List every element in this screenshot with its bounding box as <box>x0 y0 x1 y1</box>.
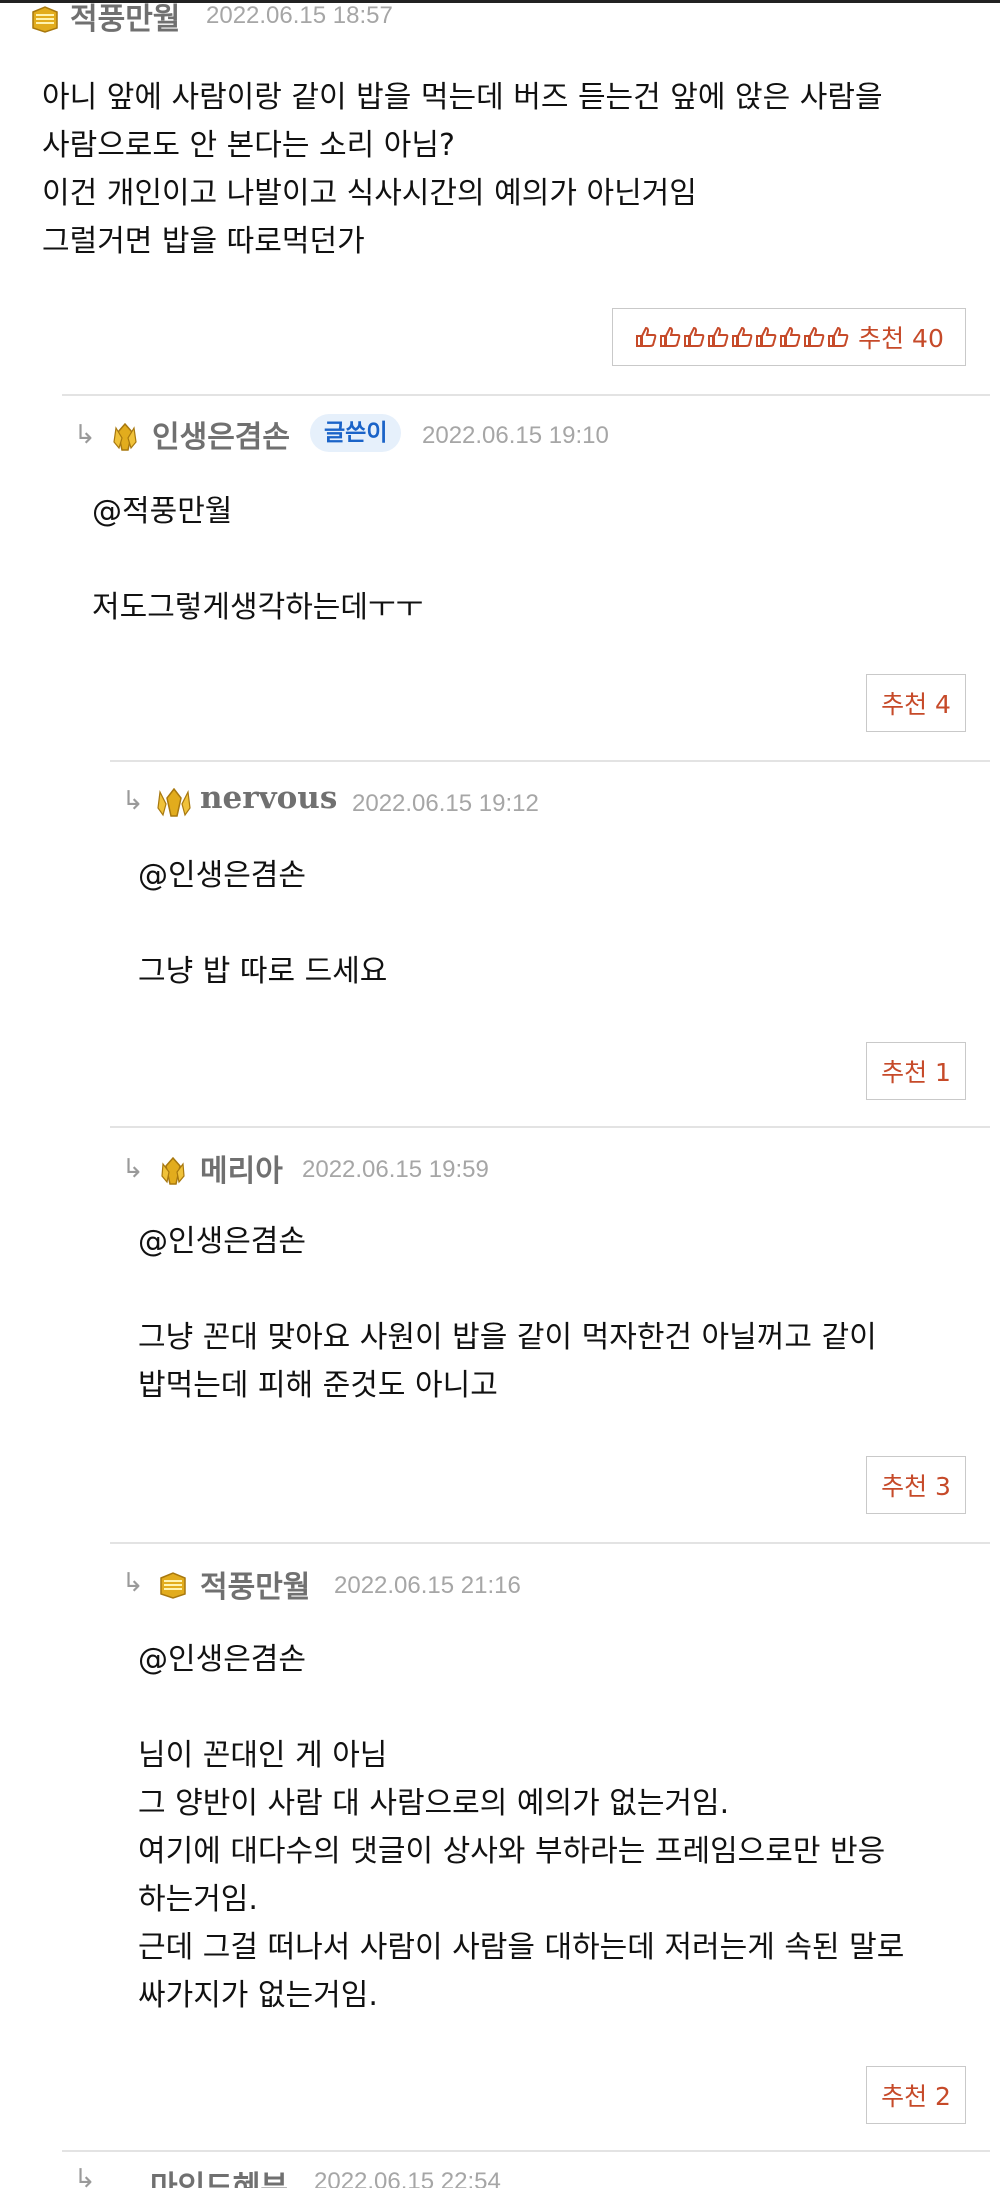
reply-arrow-icon: ↳ <box>122 786 144 816</box>
recommend-label: 추천 4 <box>881 690 951 719</box>
comment-divider <box>110 1126 990 1128</box>
comment-divider <box>110 1542 990 1544</box>
comment-date: 2022.06.15 21:16 <box>334 1572 521 1599</box>
comment-4: ↳ 메리아 2022.06.15 19:59 @인생은겸손 그냥 꼰대 맞아요 … <box>0 1144 1000 1524</box>
recommend-button[interactable]: 추천 2 <box>866 2066 966 2124</box>
thumbs-up-icon <box>804 326 825 347</box>
comment-header: 적풍만월 2022.06.15 18:57 <box>30 0 930 40</box>
author-name[interactable]: 적풍만월 <box>200 1562 310 1606</box>
thumbs-up-icon <box>756 326 777 347</box>
comment-divider <box>110 760 990 762</box>
author-name[interactable]: 인생은겸손 <box>152 412 290 456</box>
reply-arrow-icon: ↳ <box>122 1154 144 1184</box>
comment-date: 2022.06.15 19:12 <box>352 790 539 817</box>
level-gold-icon <box>113 422 137 451</box>
comment-5: ↳ 적풍만월 2022.06.15 21:16 @인생은겸손 님이 꼰대인 게 … <box>0 1560 1000 2140</box>
comment-divider <box>62 2150 990 2152</box>
thumbs-up-icon <box>660 326 681 347</box>
recommend-button[interactable]: 추천 40 <box>612 308 966 366</box>
comment-date: 2022.06.15 22:54 <box>314 2168 501 2188</box>
comment-body: @인생은겸손 님이 꼰대인 게 아님 그 양반이 사람 대 사람으로의 예의가 … <box>138 1642 905 2013</box>
author-badge: 글쓴이 <box>310 414 402 452</box>
comment-body: 아니 앞에 사람이랑 같이 밥을 먹는데 버즈 듣는건 앞에 앉은 사람을 사람… <box>42 80 883 259</box>
level-gold-icon <box>32 6 58 33</box>
thumbs-up-icons <box>634 325 850 349</box>
thumbs-up-icon <box>828 326 849 347</box>
comment-divider <box>62 394 990 396</box>
comment-2: ↳ 인생은겸손 글쓴이 2022.06.15 19:10 @적풍만월 저도그렇게… <box>0 410 1000 740</box>
comment-3: ↳ nervous 2022.06.15 19:12 @인생은겸손 그냥 밥 따… <box>0 778 1000 1108</box>
level-gold-icon <box>160 1572 186 1599</box>
comment-body: @인생은겸손 그냥 밥 따로 드세요 <box>138 858 388 989</box>
author-name[interactable]: nervous <box>200 780 337 816</box>
level-gold-icon <box>161 1156 185 1185</box>
comment-6: ↳ 마인드혜부 2022.06.15 22:54 <box>0 2168 1000 2188</box>
comment-date: 2022.06.15 19:10 <box>422 422 609 449</box>
author-name[interactable]: 적풍만월 <box>70 0 180 38</box>
recommend-button[interactable]: 추천 3 <box>866 1456 966 1514</box>
author-name[interactable]: 마인드혜부 <box>150 2168 288 2188</box>
recommend-button[interactable]: 추천 1 <box>866 1042 966 1100</box>
recommend-label: 추천 2 <box>881 2082 951 2111</box>
thumbs-up-icon <box>708 326 729 347</box>
comment-date: 2022.06.15 18:57 <box>206 2 393 29</box>
recommend-label: 추천 1 <box>881 1058 951 1087</box>
comment-1: 적풍만월 2022.06.15 18:57 아니 앞에 사람이랑 같이 밥을 먹… <box>0 0 1000 390</box>
recommend-label: 추천 40 <box>858 324 944 353</box>
author-name[interactable]: 메리아 <box>200 1146 283 1190</box>
comment-body: @적풍만월 저도그렇게생각하는데ㅜㅜ <box>92 494 424 625</box>
comment-date: 2022.06.15 19:59 <box>302 1156 489 1183</box>
comment-body: @인생은겸손 그냥 꼰대 맞아요 사원이 밥을 같이 먹자한건 아닐꺼고 같이 … <box>138 1224 877 1403</box>
thumbs-up-icon <box>636 326 657 347</box>
recommend-button[interactable]: 추천 4 <box>866 674 966 732</box>
thumbs-up-icon <box>780 326 801 347</box>
thumbs-up-icon <box>684 326 705 347</box>
reply-arrow-icon: ↳ <box>122 1568 144 1598</box>
reply-arrow-icon: ↳ <box>74 2168 96 2188</box>
level-gold-icon <box>157 788 191 817</box>
thumbs-up-icon <box>732 326 753 347</box>
reply-arrow-icon: ↳ <box>74 420 96 450</box>
recommend-label: 추천 3 <box>881 1472 951 1501</box>
